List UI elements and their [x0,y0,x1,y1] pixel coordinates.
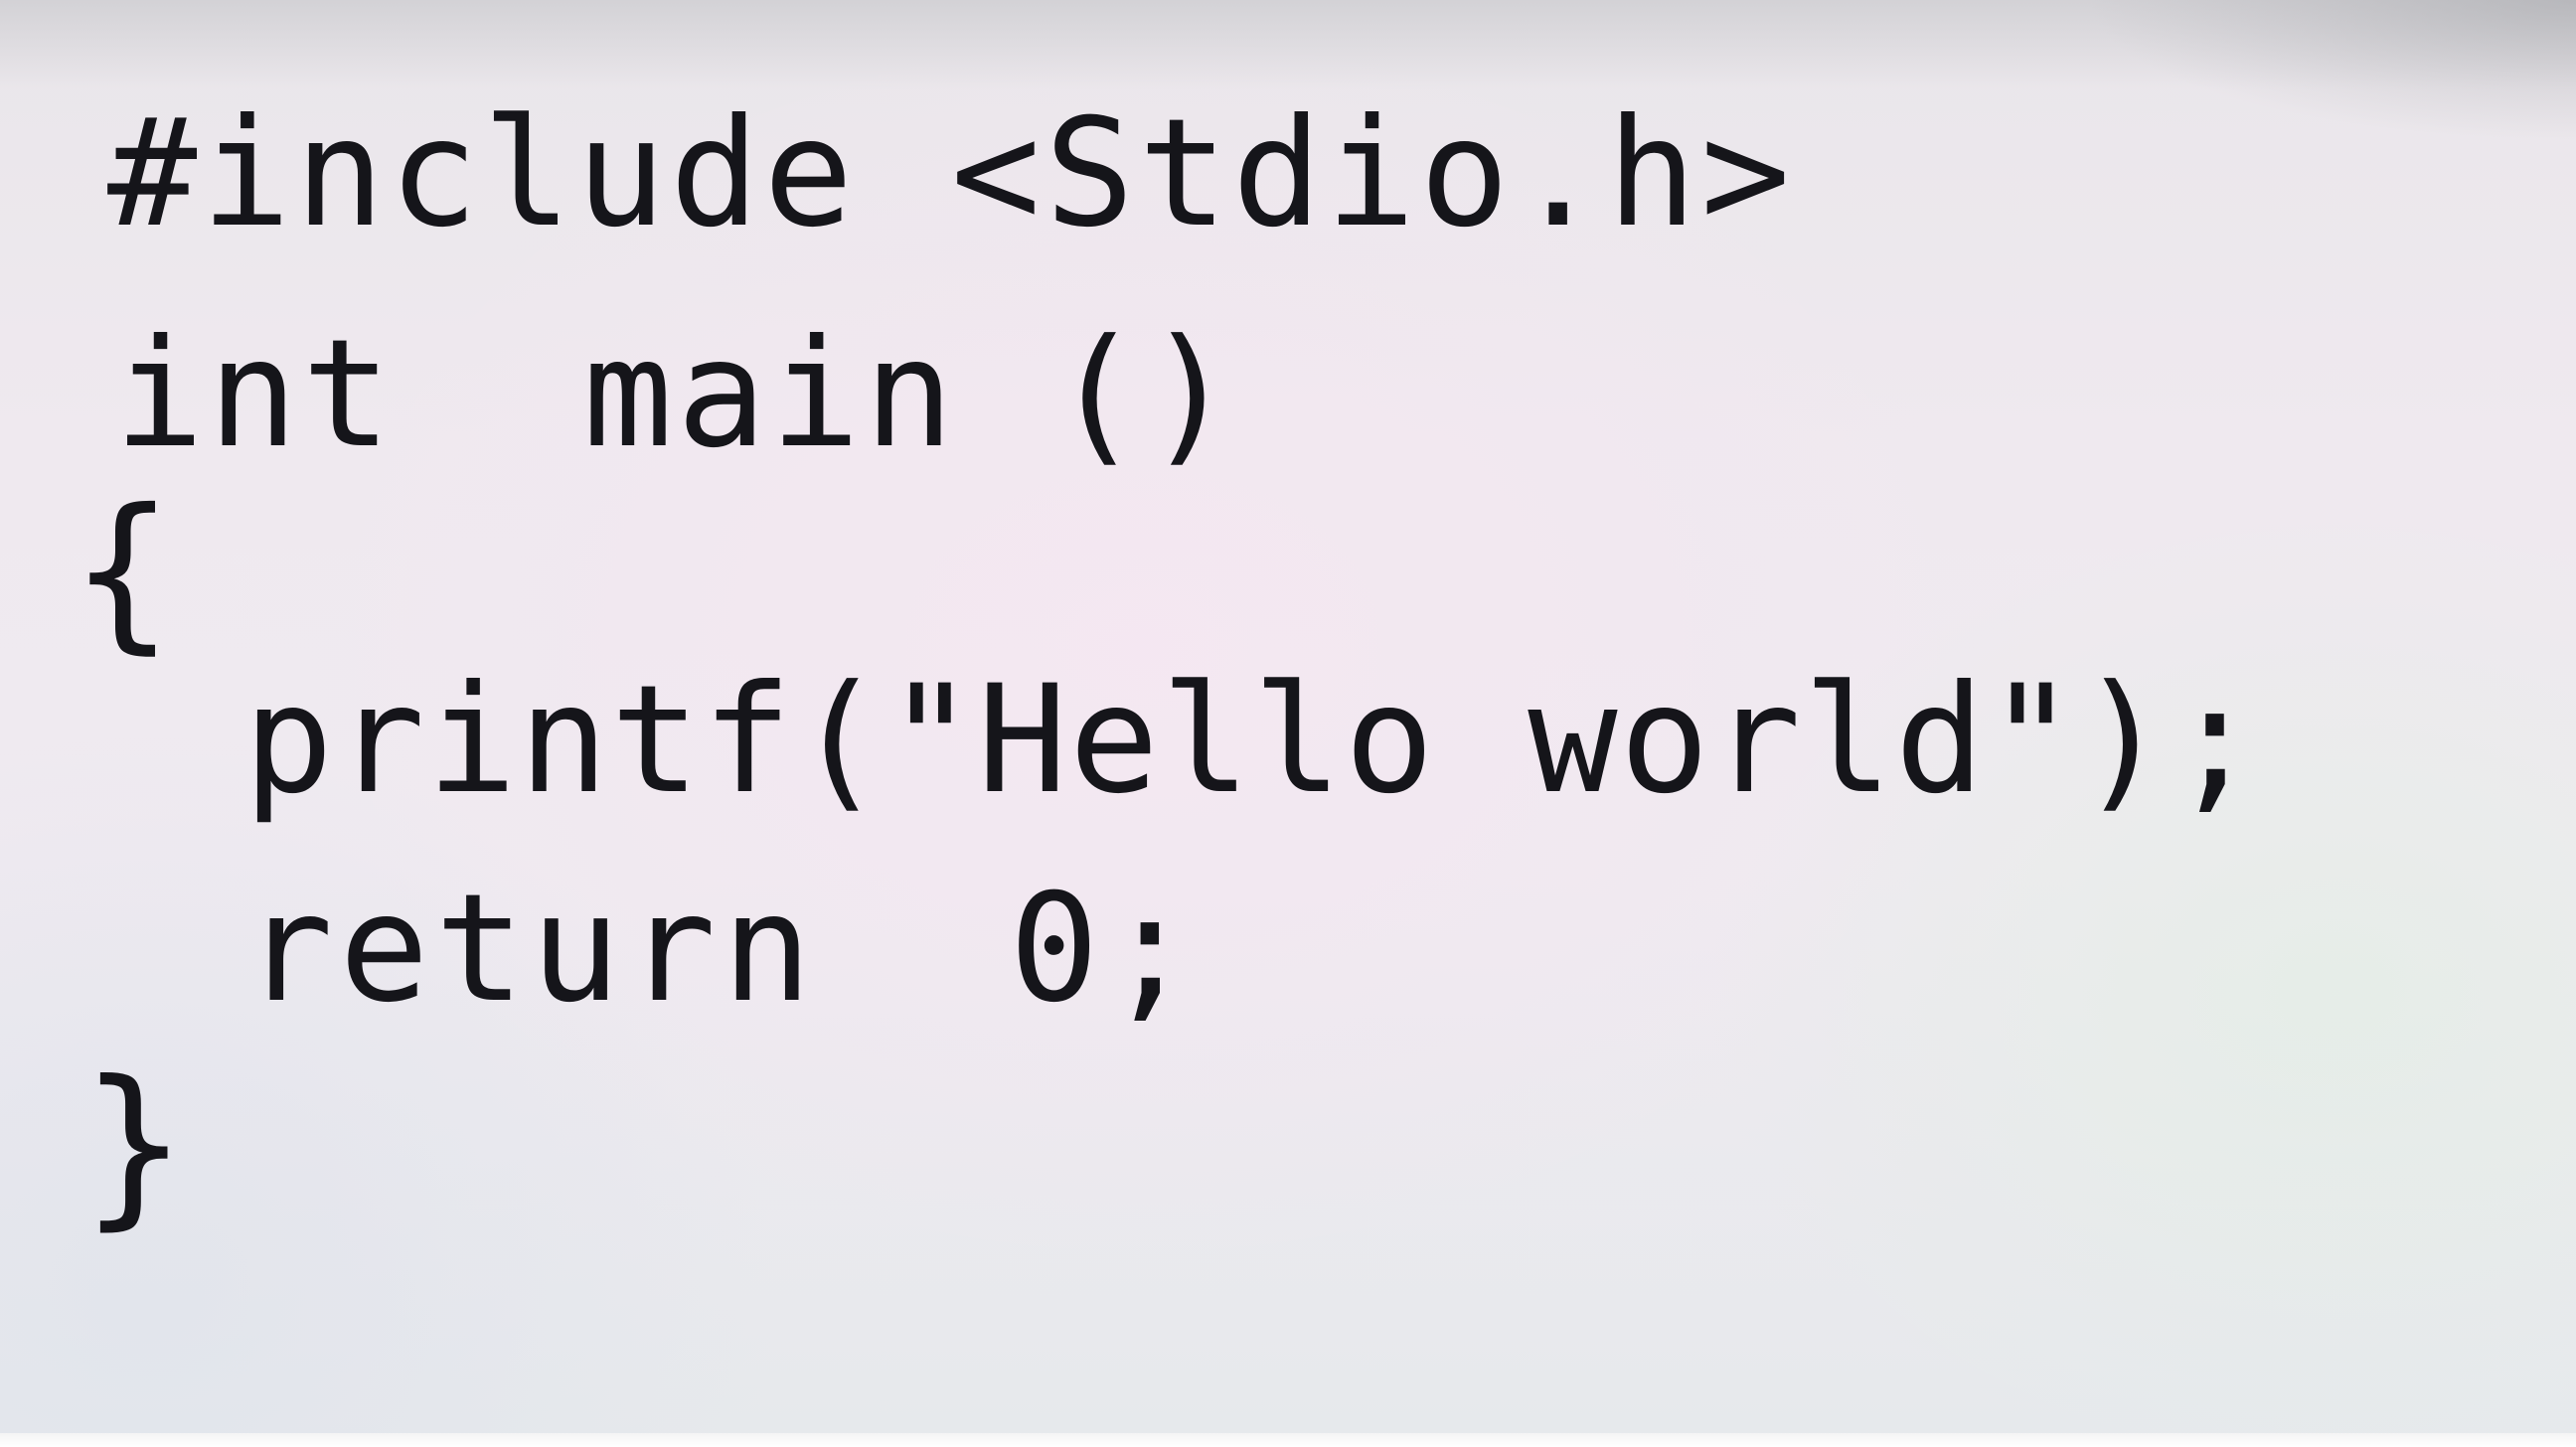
paper-sheet: #include <Stdio.h> int main () { printf(… [0,0,2576,1447]
code-line-printf: printf("Hello world"); [243,654,2262,827]
code-line-include: #include <Stdio.h> [107,87,1795,260]
code-line-close-brace: } [81,1045,197,1246]
corner-shadow [1880,0,2576,219]
paper-bottom-edge [0,1433,2576,1447]
code-line-open-brace: { [72,473,184,670]
code-line-main-signature: int main () [114,308,1239,481]
code-line-return: return 0; [243,863,1202,1036]
